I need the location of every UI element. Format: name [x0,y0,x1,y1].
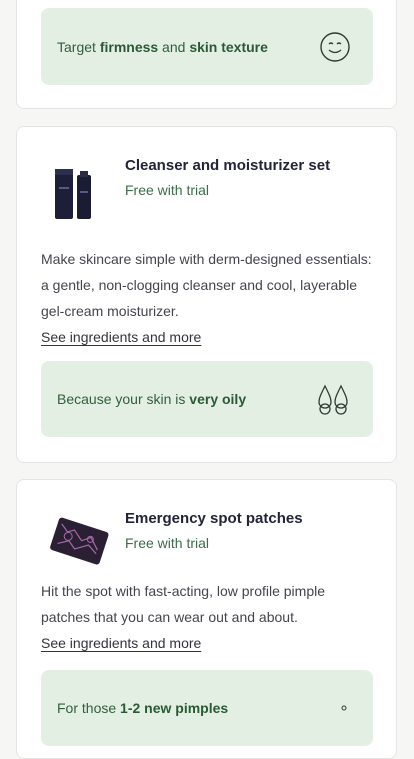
banner-bold-firmness: firmness [99,38,159,55]
product-description: Make skincare simple with derm-designed … [41,246,376,350]
banner-prefix: Because your skin is [57,391,190,407]
oily-banner-text: Because your skin is very oily [57,391,246,407]
product-subtitle: Free with trial [125,182,210,198]
firmness-banner: Target firmness and skin texture [41,8,373,85]
oil-drops-icon [317,382,351,416]
product-title: Emergency spot patches [125,510,303,527]
banner-middle: and [158,38,190,55]
banner-bold: very oily [189,391,247,407]
product-info: Cleanser and moisturizer set Free with t… [125,157,330,221]
product-card-cleanser: Cleanser and moisturizer set Free with t… [16,126,397,463]
pimples-banner: For those 1-2 new pimples [41,670,373,746]
product-card-patches: Emergency spot patches Free with trial H… [16,479,397,759]
product-header: Cleanser and moisturizer set Free with t… [41,157,380,221]
firmness-banner-text: Target firmness and skin texture [57,39,268,55]
product-description: Hit the spot with fast-acting, low profi… [41,578,376,656]
dot-icon [337,701,351,715]
banner-prefix: Target [57,38,100,55]
smile-face-icon [319,31,351,63]
banner-bold-texture: skin texture [189,38,268,55]
product-title: Cleanser and moisturizer set [125,157,331,174]
oily-skin-banner: Because your skin is very oily [41,361,373,437]
product-subtitle: Free with trial [125,535,210,551]
product-header: Emergency spot patches Free with trial [41,510,380,574]
banner-prefix: For those [57,700,121,716]
see-ingredients-link[interactable]: See ingredients and more [41,635,201,651]
see-ingredients-link[interactable]: See ingredients and more [41,329,201,345]
patches-product-image [47,510,111,574]
pimples-banner-text: For those 1-2 new pimples [57,700,228,716]
banner-bold: 1-2 new pimples [120,700,229,716]
description-text: Hit the spot with fast-acting, low profi… [41,583,326,625]
description-text: Make skincare simple with derm-designed … [41,251,372,319]
product-info: Emergency spot patches Free with trial [125,510,303,574]
cleanser-product-image [47,157,111,221]
